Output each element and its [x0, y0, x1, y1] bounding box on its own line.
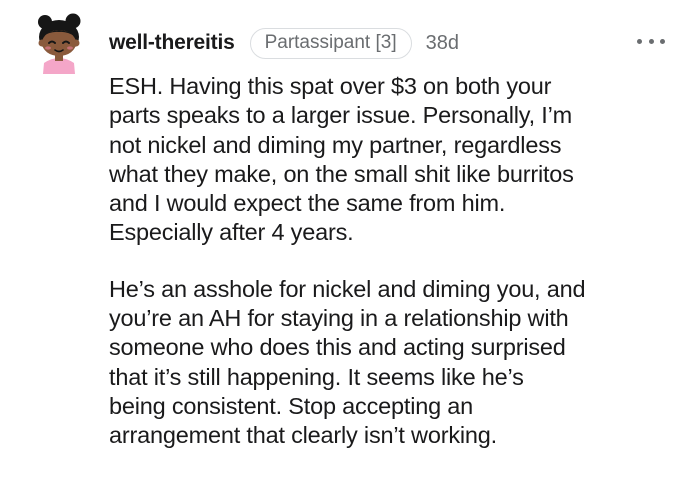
- more-options-button[interactable]: [637, 29, 665, 53]
- avatar[interactable]: [33, 13, 87, 75]
- text-line: being consistent. Stop accepting an: [109, 392, 474, 419]
- text-line: that it’s still happening. It seems like…: [109, 363, 524, 390]
- text-line: and I would expect the same from him.: [109, 190, 506, 217]
- comment-paragraph: He’s an asshole for nickel and diming yo…: [109, 275, 689, 451]
- text-line: not nickel and diming my partner, regard…: [109, 131, 562, 158]
- comment-header: well-thereitis Partassipant [3] 38d: [109, 27, 459, 59]
- text-line: someone who does this and acting surpris…: [109, 334, 566, 361]
- username-link[interactable]: well-thereitis: [109, 31, 235, 55]
- snoo-avatar-icon: [38, 13, 81, 74]
- user-flair: Partassipant [3]: [249, 27, 412, 59]
- text-line: Especially after 4 years.: [109, 219, 354, 246]
- text-line: you’re an AH for staying in a relationsh…: [109, 305, 569, 332]
- comment-body: ESH. Having this spat over $3 on both yo…: [109, 72, 689, 451]
- comment-paragraph: ESH. Having this spat over $3 on both yo…: [109, 72, 689, 248]
- comment-age[interactable]: 38d: [426, 32, 459, 55]
- text-line: arrangement that clearly isn’t working.: [109, 422, 497, 449]
- comment: well-thereitis Partassipant [3] 38d ESH.…: [0, 0, 700, 491]
- more-options-icon: [637, 38, 642, 44]
- text-line: parts speaks to a larger issue. Personal…: [109, 102, 572, 129]
- text-line: ESH. Having this spat over $3 on both yo…: [109, 73, 552, 99]
- text-line: what they make, on the small shit like b…: [109, 160, 574, 187]
- text-line: He’s an asshole for nickel and diming yo…: [109, 275, 586, 302]
